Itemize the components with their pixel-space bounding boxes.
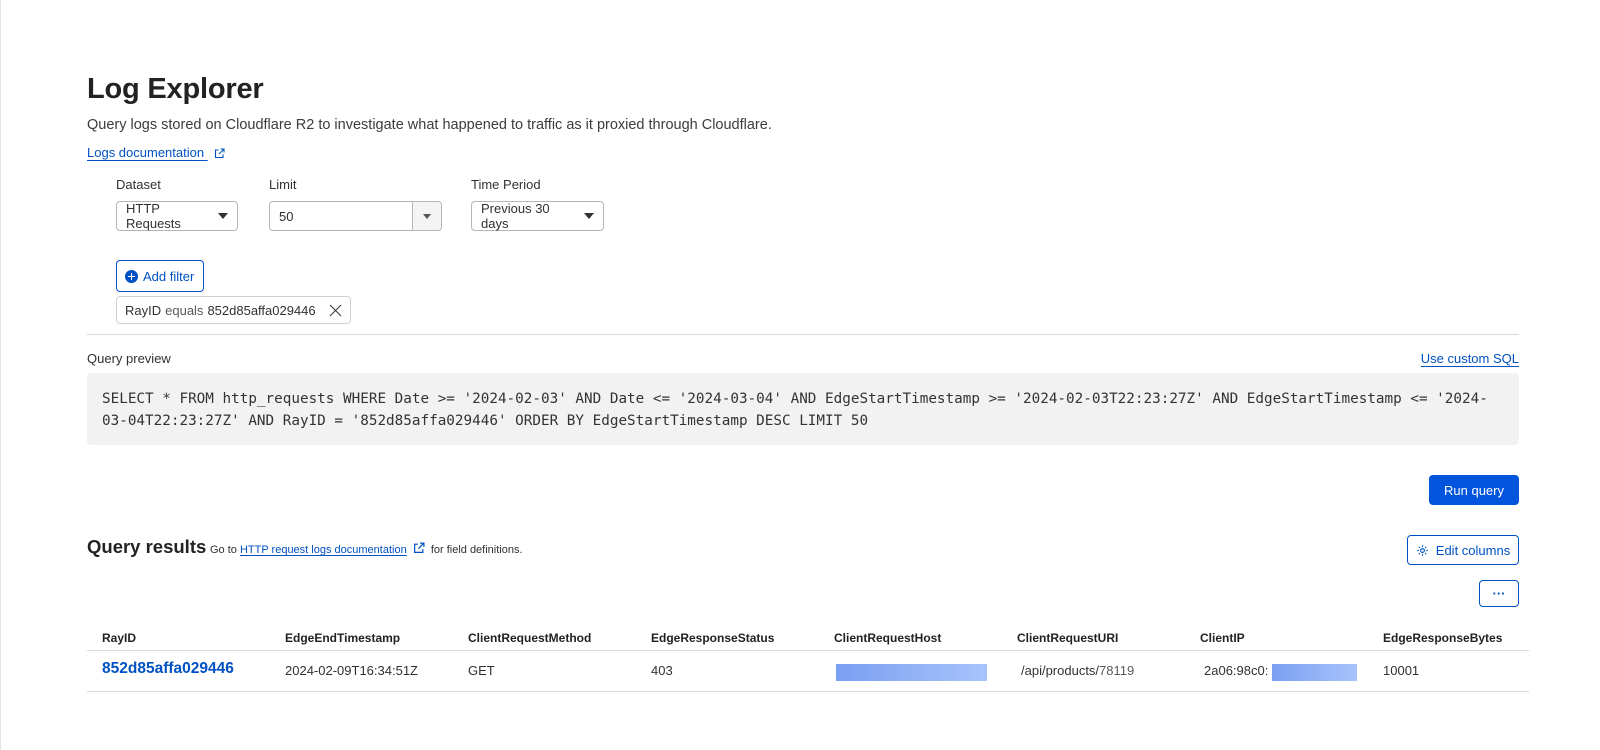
caret-down-icon	[584, 213, 594, 219]
add-filter-button[interactable]: Add filter	[116, 260, 204, 292]
time-period-select[interactable]: Previous 30 days	[471, 201, 604, 231]
use-custom-sql-link[interactable]: Use custom SQL	[1421, 351, 1519, 366]
column-header-edge-end-timestamp[interactable]: EdgeEndTimestamp	[285, 631, 400, 645]
section-divider	[87, 334, 1519, 335]
uri-id: 78119	[1099, 663, 1135, 678]
query-results-title: Query results	[87, 536, 207, 557]
column-header-client-request-host[interactable]: ClientRequestHost	[834, 631, 941, 645]
edit-columns-button[interactable]: Edit columns	[1407, 535, 1519, 565]
run-query-button[interactable]: Run query	[1429, 475, 1519, 505]
limit-dropdown-button[interactable]	[412, 202, 441, 230]
redacted-client-ip	[1272, 664, 1357, 681]
results-help-prefix: Go to	[210, 544, 237, 556]
column-header-edge-response-bytes[interactable]: EdgeResponseBytes	[1383, 631, 1502, 645]
http-request-logs-documentation-link[interactable]: HTTP request logs documentation	[240, 544, 407, 556]
dataset-value: HTTP Requests	[126, 201, 181, 231]
limit-combobox[interactable]: 50	[269, 201, 442, 231]
cell-client-ip: 2a06:98c0:	[1204, 663, 1269, 678]
dataset-select[interactable]: HTTP Requests	[116, 201, 238, 231]
results-table: RayID EdgeEndTimestamp ClientRequestMeth…	[87, 624, 1529, 692]
limit-label: Limit	[269, 177, 297, 192]
plus-circle-icon	[125, 269, 138, 283]
more-options-button[interactable]: ···	[1479, 580, 1519, 607]
query-preview-box: SELECT * FROM http_requests WHERE Date >…	[87, 373, 1519, 445]
limit-value: 50	[279, 208, 294, 224]
time-period-label: Time Period	[471, 177, 541, 192]
remove-filter-button[interactable]	[329, 304, 342, 317]
dataset-label: Dataset	[116, 177, 161, 192]
gear-icon	[1417, 544, 1428, 556]
cell-edge-response-status: 403	[651, 663, 673, 678]
cell-client-request-method: GET	[468, 663, 495, 678]
page-title: Log Explorer	[87, 73, 264, 105]
left-border	[0, 0, 1, 750]
close-icon	[329, 304, 342, 316]
cell-edge-end-timestamp: 2024-02-09T16:34:51Z	[285, 663, 418, 678]
results-help-text: Go to HTTP request logs documentation fo…	[210, 542, 523, 556]
cell-client-request-uri: /api/products/78119	[1021, 663, 1134, 678]
external-link-icon	[413, 542, 425, 553]
time-period-value: Previous 30 days	[481, 201, 550, 231]
filter-field: RayID	[125, 302, 162, 318]
results-help-suffix: for field definitions.	[430, 544, 523, 556]
column-header-rayid[interactable]: RayID	[102, 631, 136, 645]
page-subtitle: Query logs stored on Cloudflare R2 to in…	[87, 117, 772, 133]
column-header-client-request-method[interactable]: ClientRequestMethod	[468, 631, 591, 645]
filter-chip: RayID equals 852d85affa029446	[116, 296, 351, 324]
logs-documentation-label: Logs documentation	[87, 145, 205, 160]
column-header-client-ip[interactable]: ClientIP	[1200, 631, 1245, 645]
query-preview-label: Query preview	[87, 351, 171, 366]
filter-operator: equals	[165, 302, 204, 318]
uri-path: /api/products/	[1021, 663, 1100, 678]
redacted-host	[836, 664, 987, 681]
cell-edge-response-bytes: 10001	[1383, 663, 1420, 678]
caret-down-icon	[218, 213, 228, 219]
filter-value: 852d85affa029446	[207, 302, 316, 318]
caret-down-icon	[423, 213, 431, 219]
logs-documentation-link[interactable]: Logs documentation	[87, 145, 225, 160]
table-header: RayID EdgeEndTimestamp ClientRequestMeth…	[87, 624, 1529, 651]
external-link-icon	[214, 148, 225, 159]
add-filter-label: Add filter	[143, 268, 195, 284]
ray-id-link[interactable]: 852d85affa029446	[102, 660, 234, 678]
column-header-edge-response-status[interactable]: EdgeResponseStatus	[651, 631, 774, 645]
edit-columns-label: Edit columns	[1435, 542, 1511, 558]
column-header-client-request-uri[interactable]: ClientRequestURI	[1017, 631, 1118, 645]
table-row: 852d85affa029446 2024-02-09T16:34:51Z GE…	[87, 651, 1529, 692]
